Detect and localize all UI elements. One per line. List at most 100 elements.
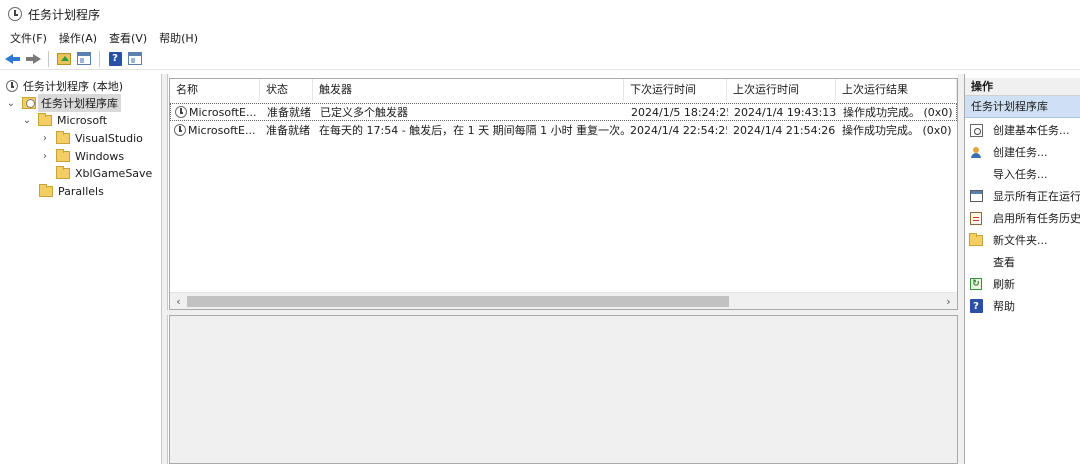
task-list: 名称 状态 触发器 下次运行时间 上次运行时间 上次运行结果 Microsoft… [169,78,958,310]
chevron-right-icon[interactable]: › [40,133,50,144]
action-pane-icon [128,52,142,65]
cell-name: MicrosoftE... [171,104,261,122]
tree-item-parallels[interactable]: Parallels [39,182,104,200]
action-label: 刷新 [993,278,1015,291]
actions-section-library[interactable]: 任务计划程序库 [965,96,1080,118]
toolbar-separator [99,50,100,67]
cell-triggers: 已定义多个触发器 [320,106,408,119]
action-create-basic-task[interactable]: 创建基本任务... [965,119,1080,141]
clock-icon [6,80,18,92]
tree-item-microsoft[interactable]: ⌄ Microsoft [22,111,107,129]
menu-file[interactable]: 文件(F) [4,30,53,46]
action-view[interactable]: 查看 [965,251,1080,273]
new-folder-icon [969,232,983,246]
tree-item-visualstudio[interactable]: › VisualStudio [40,129,143,147]
cell-last-run: 2024/1/4 21:54:26 [733,124,836,137]
tree-item-windows[interactable]: › Windows [40,147,124,165]
tree-label: Parallels [58,184,104,198]
tree-item-library[interactable]: ⌄ 任务计划程序库 [6,94,121,112]
column-header-status[interactable]: 状态 [260,79,313,101]
action-display-running-tasks[interactable]: 显示所有正在运行 [965,185,1080,207]
menu-action[interactable]: 操作(A) [53,30,103,46]
back-arrow-icon [5,52,21,66]
action-label: 导入任务... [993,168,1048,181]
cell-last-run: 2024/1/4 19:43:13 [734,106,837,119]
actions-header: 操作 [965,78,1080,96]
cell-status: 准备就绪 [267,106,311,119]
action-label: 查看 [993,256,1015,269]
action-help[interactable]: ? 帮助 [965,295,1080,317]
refresh-icon: ↻ [970,278,982,290]
table-row[interactable]: MicrosoftE... 准备就绪 在每天的 17:54 - 触发后，在 1 … [170,122,957,140]
action-label: 创建任务... [993,146,1048,159]
table-row[interactable]: MicrosoftE... 准备就绪 已定义多个触发器 2024/1/5 18:… [170,103,957,121]
task-clock-icon [175,106,187,118]
chevron-right-icon[interactable]: › [40,151,50,162]
tree-label: Windows [75,149,125,163]
scroll-right-icon[interactable]: › [940,293,957,309]
task-clock-icon [174,124,186,136]
forward-button[interactable] [24,50,42,68]
action-label: 帮助 [993,300,1015,313]
folder-icon [38,112,52,126]
forward-arrow-icon [25,52,41,66]
folder-icon [56,130,70,144]
folder-icon [56,165,70,179]
horizontal-scrollbar[interactable]: ‹ › [170,292,957,309]
help-icon: ? [108,51,122,66]
action-refresh[interactable]: ↻ 刷新 [965,273,1080,295]
tree-label: VisualStudio [75,131,143,145]
help-button[interactable]: ? [106,50,124,68]
column-header-name[interactable]: 名称 [170,79,260,101]
folder-icon [39,183,53,197]
library-folder-icon [22,97,36,109]
tree-item-xblgamesave[interactable]: XblGameSave [56,164,152,182]
action-new-folder[interactable]: 新文件夹... [965,229,1080,251]
scroll-left-icon[interactable]: ‹ [170,293,187,309]
up-level-button[interactable] [55,50,73,68]
tree-item-root[interactable]: 任务计划程序 (本地) [6,77,123,95]
action-label: 创建基本任务... [993,124,1070,137]
show-hide-action-pane-button[interactable] [126,50,144,68]
console-tree: 任务计划程序 (本地) ⌄ 任务计划程序库 ⌄ Microsoft › Visu… [0,74,162,464]
action-create-task[interactable]: 创建任务... [965,141,1080,163]
running-tasks-icon [969,190,983,202]
folder-icon [56,148,70,162]
action-import-task[interactable]: 导入任务... [965,163,1080,185]
cell-last-result: 操作成功完成。 (0x0) [842,124,952,137]
column-header-last-run[interactable]: 上次运行时间 [727,79,836,101]
left-splitter[interactable] [162,74,168,464]
task-name: MicrosoftE... [188,124,256,137]
create-task-icon [970,146,983,159]
column-header-triggers[interactable]: 触发器 [313,79,624,101]
help-icon: ? [969,299,983,313]
toolbar-separator [48,50,49,67]
task-name: MicrosoftE... [189,106,257,119]
actions-pane: 操作 任务计划程序库 创建基本任务... 创建任务... 导入任务... 显示所… [964,74,1080,464]
chevron-down-icon[interactable]: ⌄ [22,115,32,126]
tree-label: 任务计划程序 (本地) [23,80,124,93]
tree-label: 任务计划程序库 [38,94,121,112]
task-detail-pane [169,315,958,464]
action-enable-history[interactable]: 启用所有任务历史 [965,207,1080,229]
column-header-next-run[interactable]: 下次运行时间 [624,79,727,101]
tree-label: XblGameSave [75,166,153,180]
cell-status: 准备就绪 [266,124,310,137]
task-scheduler-app-icon [8,7,22,21]
console-tree-icon [77,52,91,65]
show-hide-console-tree-button[interactable] [75,50,93,68]
menu-view[interactable]: 查看(V) [103,30,153,46]
scroll-thumb[interactable] [187,296,729,307]
chevron-down-icon[interactable]: ⌄ [6,98,16,109]
menu-help[interactable]: 帮助(H) [153,30,204,46]
create-basic-task-icon [969,123,983,137]
cell-last-result: 操作成功完成。 (0x0) [843,106,953,119]
back-button[interactable] [4,50,22,68]
menu-bar: 文件(F) 操作(A) 查看(V) 帮助(H) [0,28,1080,48]
history-icon [970,211,982,225]
cell-name: MicrosoftE... [170,122,260,140]
toolbar: ? [0,48,1080,70]
column-header-last-result[interactable]: 上次运行结果 [836,79,957,101]
up-folder-icon [57,52,71,65]
window-title: 任务计划程序 [28,7,101,22]
